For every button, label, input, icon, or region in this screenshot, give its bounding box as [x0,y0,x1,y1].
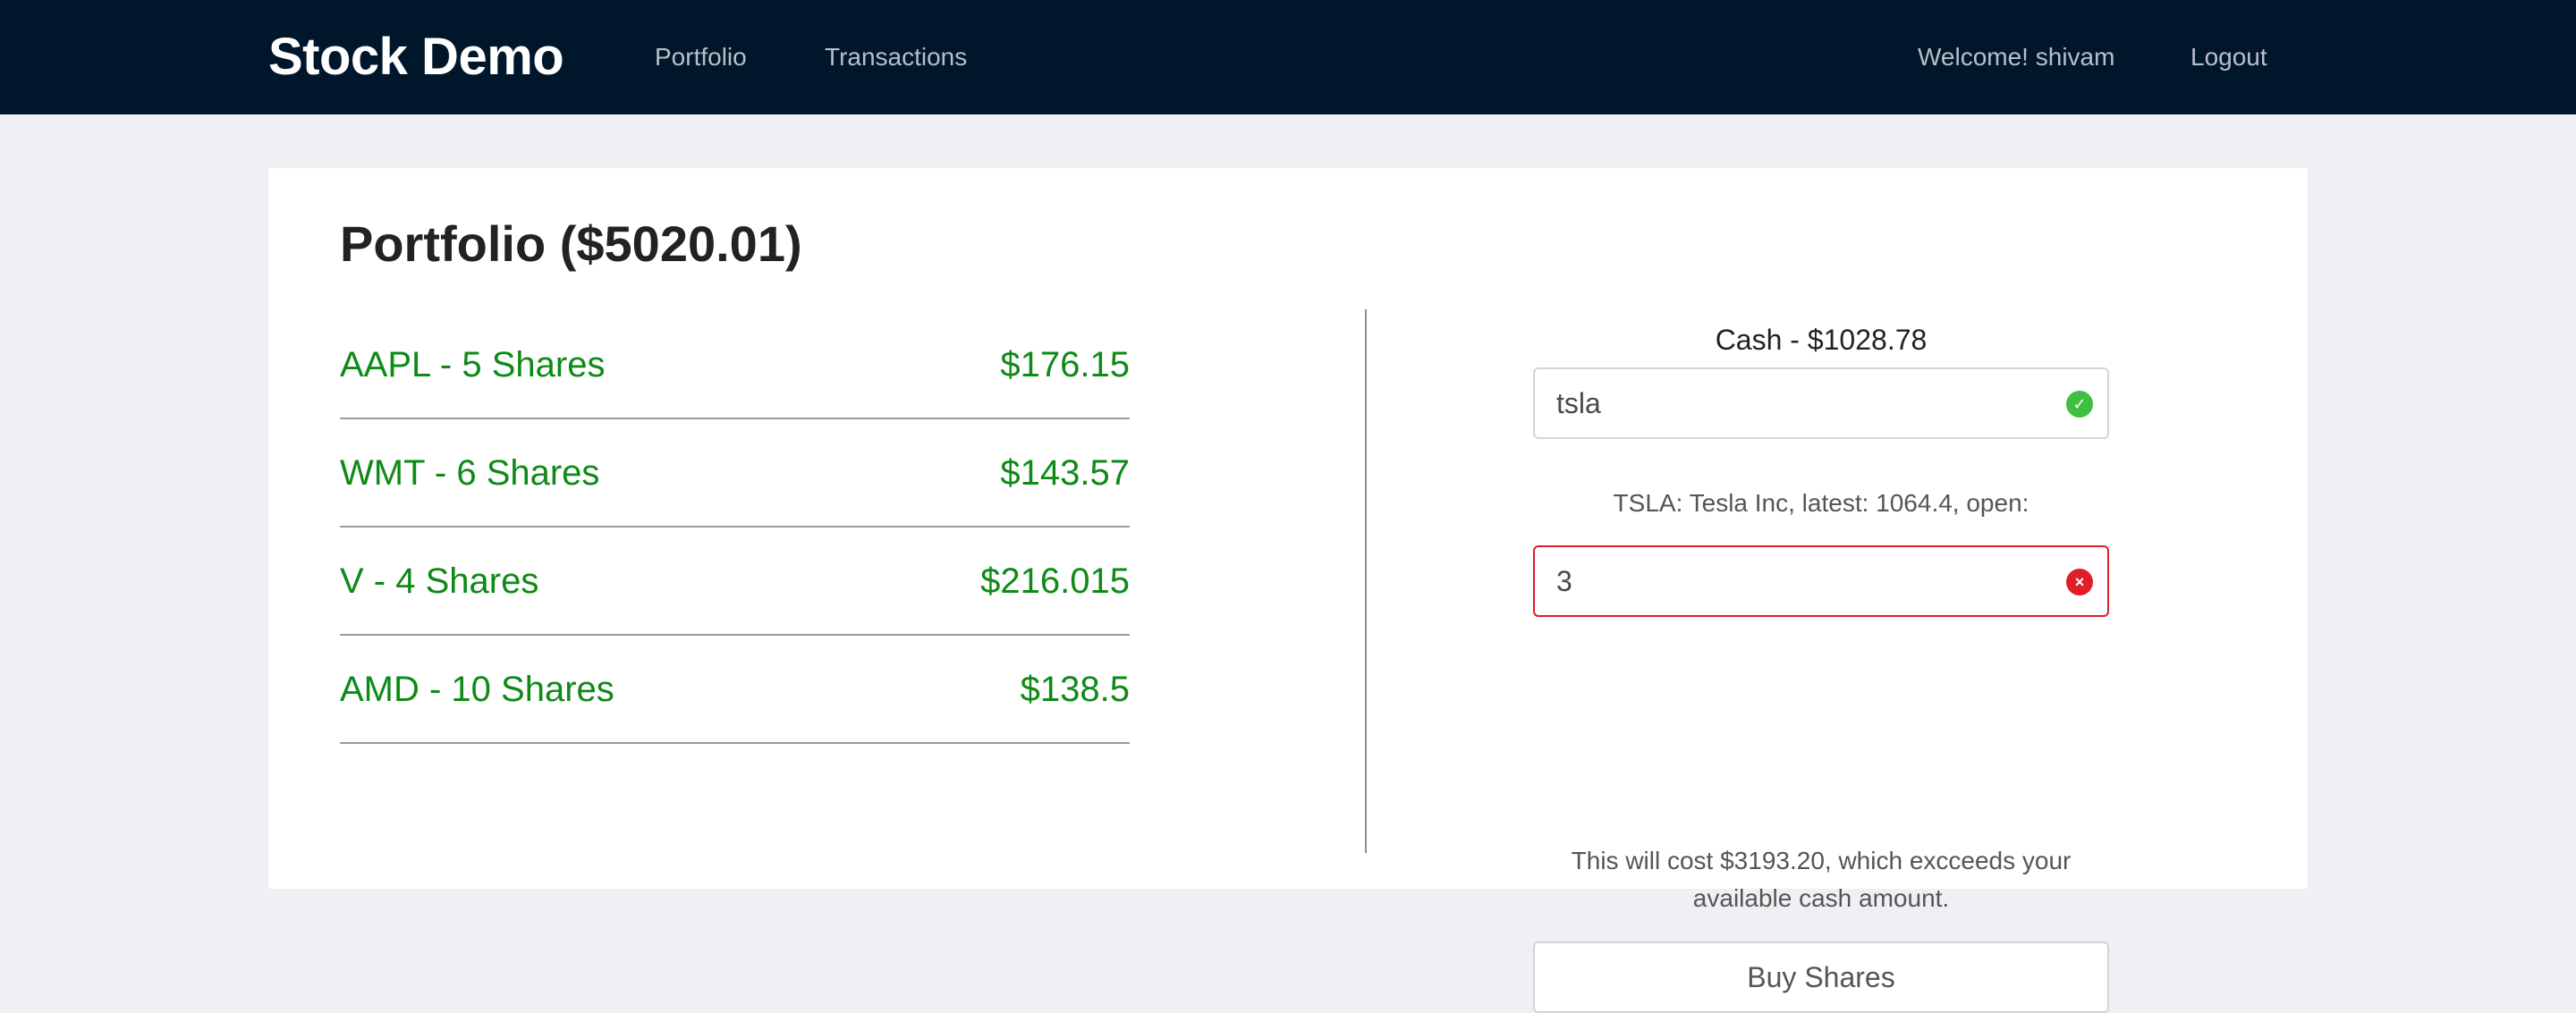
quantity-field: × [1533,545,2109,617]
ticker-field: ✓ [1533,367,2109,439]
holding-label: WMT - 6 Shares [340,453,600,493]
holding-label: AMD - 10 Shares [340,670,614,709]
page-title: Portfolio ($5020.01) [340,215,802,272]
check-circle-icon: ✓ [2066,391,2093,418]
nav-link-portfolio[interactable]: Portfolio [655,39,747,75]
ticker-input[interactable] [1556,369,2057,437]
list-item: V - 4 Shares $216.015 [340,528,1130,636]
welcome-user-text: Welcome! shivam [1918,43,2115,71]
portfolio-card: Portfolio ($5020.01) AAPL - 5 Shares $17… [268,168,2308,1013]
buy-shares-button[interactable]: Buy Shares [1533,941,2109,1013]
holding-label: AAPL - 5 Shares [340,345,606,384]
holding-value: $176.15 [1000,345,1130,384]
brand-logo[interactable]: Stock Demo [268,25,564,89]
holding-value: $216.015 [980,561,1130,601]
holdings-list: AAPL - 5 Shares $176.15 WMT - 6 Shares $… [340,311,1130,744]
vertical-divider [1365,309,1367,853]
list-item: WMT - 6 Shares $143.57 [340,419,1130,528]
holding-value: $138.5 [1020,670,1130,709]
top-navbar: Stock Demo Portfolio Transactions Welcom… [0,0,2576,114]
cash-balance: Cash - $1028.78 [1715,324,1928,356]
list-item: AMD - 10 Shares $138.5 [340,636,1130,744]
quantity-input[interactable] [1556,547,2057,615]
cost-warning: This will cost $3193.20, which excceeds … [1571,847,2072,912]
x-circle-icon: × [2066,569,2093,595]
nav-link-transactions[interactable]: Transactions [825,39,967,75]
holding-value: $143.57 [1000,453,1130,493]
logout-link[interactable]: Logout [2190,39,2267,75]
quote-info: TSLA: Tesla Inc, latest: 1064.4, open: [1613,489,2029,517]
holding-label: V - 4 Shares [340,561,539,601]
list-item: AAPL - 5 Shares $176.15 [340,311,1130,419]
